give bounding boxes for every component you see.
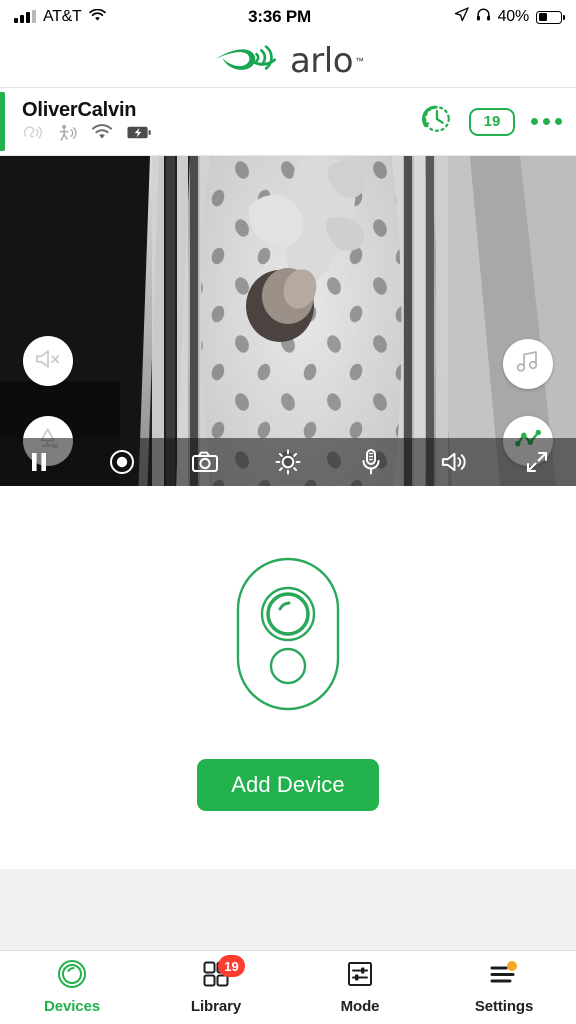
app-logo-bar: arlo ™ <box>0 34 576 88</box>
volume-icon[interactable] <box>437 445 471 479</box>
tab-mode-label: Mode <box>340 998 380 1015</box>
add-device-card: Add Device <box>0 490 576 869</box>
status-bar: AT&T 3:36 PM 40% <box>0 0 576 34</box>
status-bar-left: AT&T <box>14 7 106 27</box>
arlo-wordmark: arlo <box>289 40 354 81</box>
microphone-icon[interactable] <box>354 445 388 479</box>
carrier-label: AT&T <box>43 8 82 25</box>
recording-count-badge[interactable]: 19 <box>469 107 515 136</box>
camera-lens-icon <box>57 959 87 994</box>
camera-name-label: OliverCalvin <box>22 99 137 121</box>
battery-icon <box>536 10 565 24</box>
camera-header[interactable]: OliverCalvin 19 <box>0 88 576 156</box>
camera-actions: 19 <box>419 102 562 141</box>
library-badge: 19 <box>218 955 245 977</box>
battery-percent-label: 40% <box>497 8 530 25</box>
bottom-tab-bar: Devices 19 Library Mode Settings <box>0 950 576 1024</box>
camera-status-icons <box>22 124 419 147</box>
trademark-symbol: ™ <box>355 55 365 66</box>
status-bar-right: 40% <box>454 7 565 27</box>
tab-mode[interactable]: Mode <box>288 961 432 1015</box>
record-icon[interactable] <box>105 445 139 479</box>
add-device-button[interactable]: Add Device <box>197 759 379 811</box>
speaker-mute-icon <box>34 347 62 376</box>
clock-history-icon[interactable] <box>419 102 453 141</box>
camera-video-frame <box>0 156 576 486</box>
motion-detection-icon <box>56 124 77 147</box>
music-button[interactable] <box>503 339 553 389</box>
tab-devices[interactable]: Devices <box>0 959 144 1015</box>
more-options-icon[interactable] <box>531 118 562 125</box>
video-toolbar <box>0 438 576 486</box>
snapshot-icon[interactable] <box>188 445 222 479</box>
camera-live-view[interactable] <box>0 156 576 486</box>
fullscreen-icon[interactable] <box>520 445 554 479</box>
content-area: Add Device <box>0 490 576 950</box>
tab-library[interactable]: 19 Library <box>144 955 288 1015</box>
camera-info: OliverCalvin <box>22 99 419 144</box>
camera-outline-icon <box>235 556 341 717</box>
brightness-icon[interactable] <box>271 445 305 479</box>
tab-settings[interactable]: Settings <box>432 961 576 1015</box>
tab-devices-label: Devices <box>43 998 100 1015</box>
music-icon <box>515 349 541 380</box>
location-arrow-icon <box>454 7 469 27</box>
audio-detection-icon <box>22 124 42 146</box>
sliders-icon <box>346 960 374 993</box>
battery-charging-icon <box>127 125 151 145</box>
settings-notification-dot <box>507 961 517 971</box>
empty-space <box>0 869 576 950</box>
tab-library-label: Library <box>190 998 242 1015</box>
headphones-icon <box>476 7 491 27</box>
wifi-icon <box>91 124 113 146</box>
camera-status-accent-bar <box>0 92 5 151</box>
signal-bars-icon <box>14 10 36 23</box>
tab-settings-label: Settings <box>474 998 534 1015</box>
arlo-bird-icon <box>212 40 288 81</box>
speaker-mute-button[interactable] <box>23 336 73 386</box>
clock-label: 3:36 PM <box>248 7 311 26</box>
arlo-logo: arlo ™ <box>212 40 364 81</box>
pause-icon[interactable] <box>22 445 56 479</box>
wifi-icon <box>88 7 106 27</box>
